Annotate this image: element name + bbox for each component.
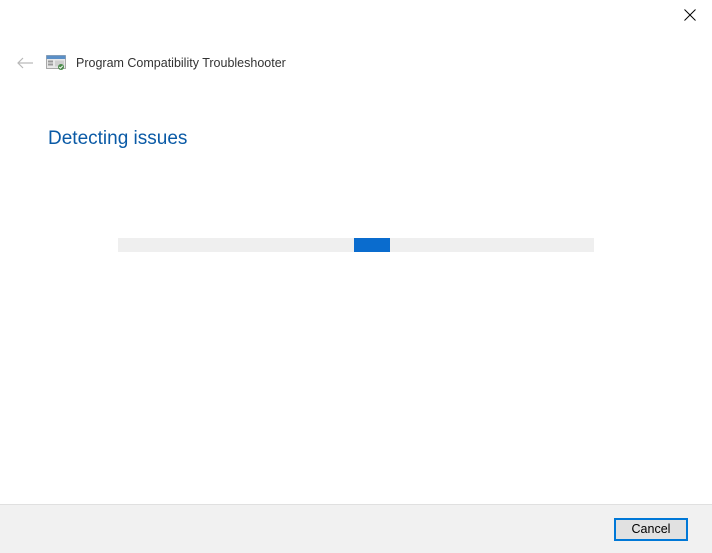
back-arrow-icon	[16, 56, 34, 70]
window-title: Program Compatibility Troubleshooter	[76, 56, 286, 70]
footer: Cancel	[0, 504, 712, 553]
title-bar	[0, 0, 712, 32]
progress-bar	[118, 238, 594, 252]
close-button[interactable]	[667, 0, 712, 30]
back-button	[14, 52, 36, 74]
close-icon	[684, 9, 696, 21]
progress-container	[0, 238, 712, 252]
page-heading: Detecting issues	[48, 128, 664, 150]
header: Program Compatibility Troubleshooter	[0, 32, 712, 74]
content-area: Detecting issues	[0, 74, 712, 150]
cancel-button[interactable]: Cancel	[614, 518, 688, 541]
troubleshooter-icon	[46, 55, 66, 71]
progress-fill	[354, 238, 390, 252]
